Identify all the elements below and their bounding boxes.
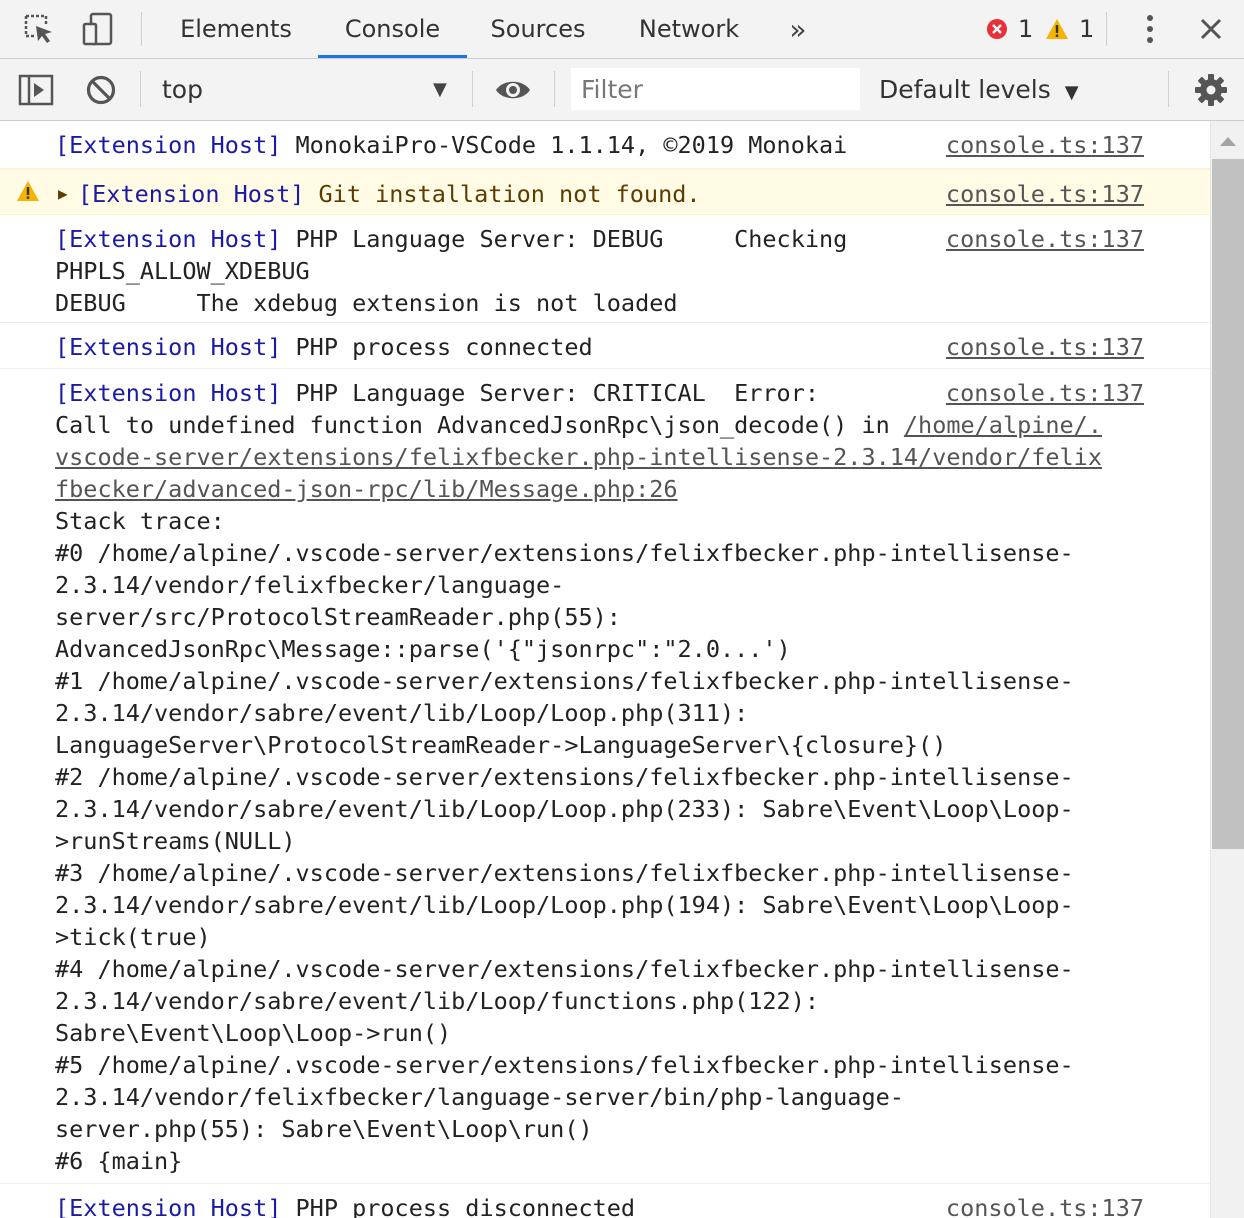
- context-dropdown-icon[interactable]: ▼: [433, 59, 447, 120]
- gear-icon[interactable]: [1192, 59, 1230, 120]
- message-text: PHPLS_ALLOW_XDEBUG: [55, 257, 310, 285]
- stack-trace: Stack trace: #0 /home/alpine/.vscode-ser…: [55, 507, 1074, 1175]
- toolbar-divider: [472, 71, 473, 107]
- expand-triangle-icon[interactable]: ▶: [58, 178, 68, 210]
- message-tag: [Extension Host]: [78, 180, 305, 208]
- context-selector[interactable]: top: [162, 59, 203, 120]
- message-text: Git installation not found.: [304, 180, 701, 208]
- live-expression-eye-icon[interactable]: [492, 59, 534, 120]
- tab-elements[interactable]: Elements: [160, 0, 312, 58]
- scroll-thumb[interactable]: [1212, 159, 1244, 849]
- message-source-link[interactable]: console.ts:137: [946, 331, 1144, 363]
- message-text: MonokaiPro-VSCode 1.1.14, ©2019 Monokai: [281, 131, 848, 159]
- message-source-link[interactable]: console.ts:137: [946, 178, 1144, 210]
- scroll-up-arrow-icon[interactable]: [1220, 137, 1236, 146]
- console-message: [Extension Host] PHP process disconnecte…: [0, 1184, 1210, 1218]
- message-text: PHP Language Server: CRITICAL Error:: [281, 379, 820, 407]
- clear-console-icon[interactable]: [82, 59, 120, 120]
- inspect-element-icon[interactable]: [16, 0, 62, 58]
- device-toolbar-icon[interactable]: [76, 0, 120, 58]
- toolbar-divider: [554, 71, 555, 107]
- warning-icon: [1046, 19, 1068, 39]
- tab-network[interactable]: Network: [614, 0, 764, 58]
- more-tabs-chevron-icon[interactable]: »: [780, 0, 816, 58]
- console-message: [Extension Host] PHP process connected c…: [0, 323, 1210, 369]
- chevron-down-icon: ▼: [1064, 82, 1079, 103]
- close-icon[interactable]: [1194, 0, 1228, 58]
- tab-sources[interactable]: Sources: [470, 0, 606, 58]
- toolbar-divider: [1168, 71, 1169, 107]
- message-tag: [Extension Host]: [55, 1194, 282, 1218]
- console-scrollbar[interactable]: [1210, 121, 1244, 1218]
- message-tag: [Extension Host]: [55, 333, 282, 361]
- console-message-error: [Extension Host] PHP Language Server: CR…: [0, 369, 1210, 1184]
- message-text: DEBUG The xdebug extension is not loaded: [55, 289, 678, 317]
- message-text: PHP process disconnected: [281, 1194, 636, 1218]
- file-link[interactable]: vscode-server/extensions/felixfbecker.ph…: [55, 443, 1102, 471]
- message-tag: [Extension Host]: [55, 225, 282, 253]
- error-count: 1: [1018, 15, 1034, 43]
- tab-console[interactable]: Console: [318, 0, 467, 58]
- message-text: PHP Language Server: DEBUG Checking: [281, 225, 848, 253]
- warning-count: 1: [1079, 15, 1095, 43]
- error-counter[interactable]: 1: [986, 0, 1033, 58]
- message-source-link[interactable]: console.ts:137: [946, 129, 1144, 161]
- file-link[interactable]: /home/alpine/.: [904, 411, 1102, 439]
- message-tag: [Extension Host]: [55, 131, 282, 159]
- message-tag: [Extension Host]: [55, 379, 282, 407]
- filter-input[interactable]: [571, 68, 860, 110]
- error-icon: [987, 19, 1007, 39]
- log-levels-dropdown[interactable]: Default levels ▼: [879, 59, 1079, 120]
- toolbar-divider: [141, 12, 142, 46]
- more-options-icon[interactable]: [1133, 0, 1167, 58]
- message-source-link[interactable]: console.ts:137: [946, 377, 1144, 409]
- message-source-link[interactable]: console.ts:137: [946, 1192, 1144, 1218]
- message-text: Call to undefined function AdvancedJsonR…: [55, 411, 904, 439]
- console-message: [Extension Host] PHP Language Server: DE…: [0, 215, 1210, 323]
- warning-icon: [17, 181, 39, 201]
- show-sidebar-icon[interactable]: [16, 59, 56, 120]
- console-message-warning: ▶ [Extension Host] Git installation not …: [0, 169, 1210, 215]
- log-levels-label: Default levels: [879, 75, 1051, 104]
- console-message: [Extension Host] MonokaiPro-VSCode 1.1.1…: [0, 121, 1210, 169]
- devtools-tabbar: Elements Console Sources Network » 1 1: [0, 0, 1244, 59]
- warning-counter[interactable]: 1: [1045, 0, 1094, 58]
- message-source-link[interactable]: console.ts:137: [946, 223, 1144, 255]
- toolbar-divider: [1106, 12, 1107, 46]
- console-messages: [Extension Host] MonokaiPro-VSCode 1.1.1…: [0, 121, 1210, 1218]
- toolbar-divider: [140, 71, 141, 107]
- message-text: PHP process connected: [281, 333, 593, 361]
- file-link[interactable]: fbecker/advanced-json-rpc/lib/Message.ph…: [55, 475, 678, 503]
